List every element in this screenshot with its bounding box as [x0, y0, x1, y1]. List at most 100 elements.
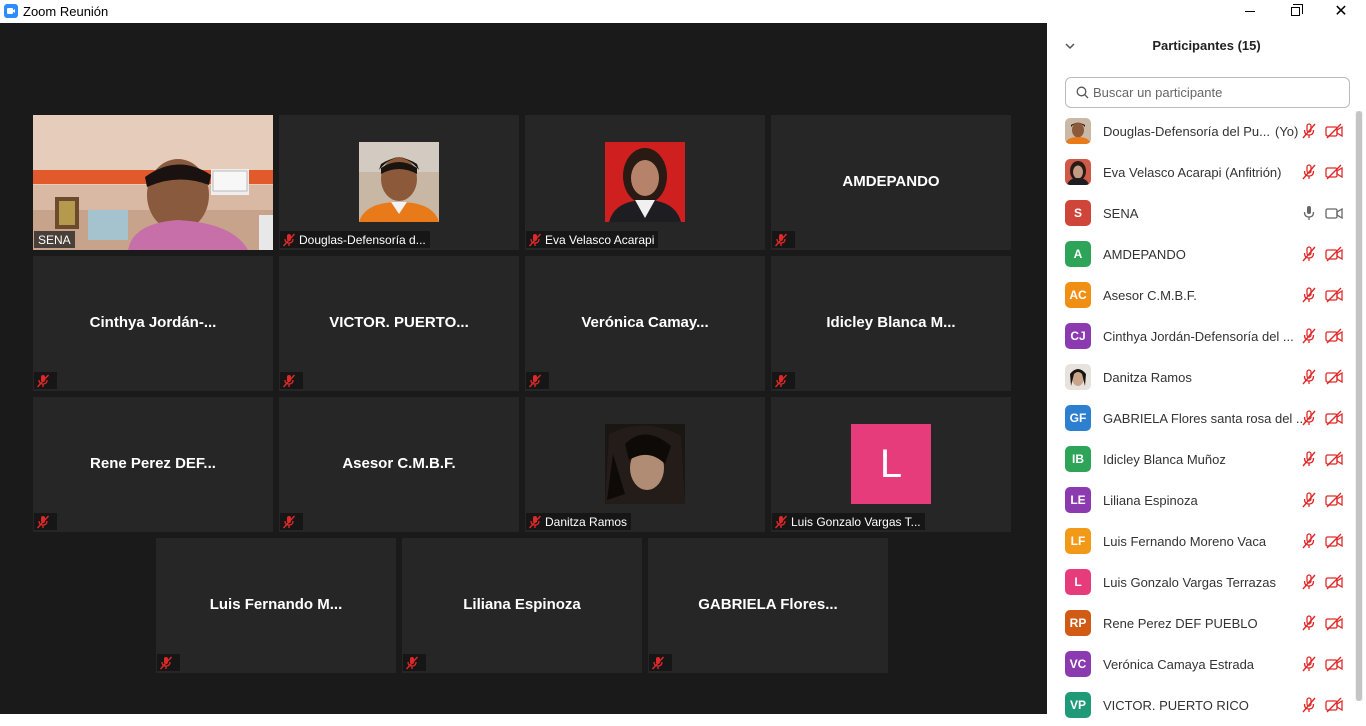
avatar-initials: AC [1065, 282, 1091, 308]
muted-mic-icon[interactable] [1301, 697, 1317, 713]
muted-mic-icon[interactable] [1301, 123, 1317, 139]
video-tile-veronica[interactable]: Verónica Camay... [525, 256, 765, 391]
participant-list-scrollbar[interactable] [1355, 111, 1363, 701]
participant-name: VICTOR. PUERTO RICO [1103, 698, 1249, 713]
avatar-initials: IB [1065, 446, 1091, 472]
participant-search[interactable] [1065, 77, 1350, 108]
avatar-initials: VP [1065, 692, 1091, 718]
camera-off-icon[interactable] [1325, 287, 1343, 303]
camera-off-icon[interactable] [1325, 123, 1343, 139]
participant-row[interactable]: IB Idicley Blanca Muñoz [1047, 439, 1352, 480]
minimize-icon [1245, 11, 1255, 12]
participant-row[interactable]: Eva Velasco Acarapi (Anfitrión) [1047, 152, 1352, 193]
participant-row[interactable]: RP Rene Perez DEF PUEBLO [1047, 603, 1352, 644]
participant-name: Luis Fernando Moreno Vaca [1103, 534, 1267, 549]
participant-row[interactable]: AC Asesor C.M.B.F. [1047, 275, 1352, 316]
participant-row[interactable]: S SENA [1047, 193, 1352, 234]
video-tile-eva[interactable]: Eva Velasco Acarapi [525, 115, 765, 250]
camera-off-icon[interactable] [1325, 246, 1343, 262]
participant-name: Rene Perez DEF PUEBLO [1103, 616, 1258, 631]
participant-row[interactable]: LF Luis Fernando Moreno Vaca [1047, 521, 1352, 562]
sena-video-frame [33, 115, 273, 250]
search-input[interactable] [1093, 85, 1343, 100]
camera-off-icon[interactable] [1325, 697, 1343, 713]
muted-mic-icon[interactable] [1301, 574, 1317, 590]
rene-mute-tag [34, 513, 57, 530]
camera-off-icon[interactable] [1325, 369, 1343, 385]
title-bar: Zoom Reunión ✕ [0, 0, 1366, 23]
participant-name: Liliana Espinoza [1103, 493, 1198, 508]
video-tile-asesor[interactable]: Asesor C.M.B.F. [279, 397, 519, 532]
participant-row[interactable]: CJ Cinthya Jordán-Defensoría del ... [1047, 316, 1352, 357]
muted-mic-icon[interactable] [1301, 246, 1317, 262]
participant-name: Douglas-Defensoría del Pu... [1103, 124, 1270, 139]
muted-mic-icon[interactable] [1301, 492, 1317, 508]
danitza-photo [605, 424, 685, 504]
video-tile-douglas[interactable]: Douglas-Defensoría d... [279, 115, 519, 250]
muted-mic-icon[interactable] [1301, 615, 1317, 631]
video-tile-cinthya[interactable]: Cinthya Jordán-... [33, 256, 273, 391]
muted-mic-icon [36, 515, 50, 528]
camera-icon[interactable] [1325, 205, 1343, 221]
participant-row[interactable]: A AMDEPANDO [1047, 234, 1352, 275]
muted-mic-icon[interactable] [1301, 287, 1317, 303]
danitza-name-tag: Danitza Ramos [526, 513, 632, 530]
muted-mic-icon[interactable] [1301, 369, 1317, 385]
camera-off-icon[interactable] [1325, 615, 1343, 631]
muted-mic-icon[interactable] [1301, 164, 1317, 180]
participant-row[interactable]: Douglas-Defensoría del Pu... (Yo) [1047, 111, 1352, 152]
participant-name: Luis Gonzalo Vargas Terrazas [1103, 575, 1276, 590]
muted-mic-icon [528, 515, 542, 528]
cinthya-mute-tag [34, 372, 57, 389]
participant-row[interactable]: LE Liliana Espinoza [1047, 480, 1352, 521]
amdepando-mute-tag [772, 231, 795, 248]
eva-photo [605, 142, 685, 222]
participant-row[interactable]: VC Verónica Camaya Estrada [1047, 644, 1352, 685]
video-tile-danitza[interactable]: Danitza Ramos [525, 397, 765, 532]
scrollbar-thumb[interactable] [1356, 111, 1362, 701]
camera-off-icon[interactable] [1325, 533, 1343, 549]
mic-icon[interactable] [1301, 205, 1317, 221]
restore-button[interactable] [1272, 0, 1318, 23]
camera-off-icon[interactable] [1325, 328, 1343, 344]
camera-off-icon[interactable] [1325, 574, 1343, 590]
tile-participant-name: Luis Fernando M... [209, 596, 343, 613]
window-title: Zoom Reunión [23, 4, 109, 19]
camera-off-icon[interactable] [1325, 492, 1343, 508]
participant-row[interactable]: Danitza Ramos [1047, 357, 1352, 398]
avatar-initials: L [1065, 569, 1091, 595]
tile-participant-name: Cinthya Jordán-... [89, 314, 217, 331]
close-icon: ✕ [1334, 2, 1348, 20]
avatar-initials: LF [1065, 528, 1091, 554]
muted-mic-icon[interactable] [1301, 533, 1317, 549]
video-tile-victor[interactable]: VICTOR. PUERTO... [279, 256, 519, 391]
zoom-app-icon [4, 4, 18, 18]
muted-mic-icon[interactable] [1301, 656, 1317, 672]
camera-off-icon[interactable] [1325, 451, 1343, 467]
camera-off-icon[interactable] [1325, 410, 1343, 426]
video-tile-idicley[interactable]: Idicley Blanca M... [771, 256, 1011, 391]
minimize-button[interactable] [1227, 0, 1273, 23]
camera-off-icon[interactable] [1325, 656, 1343, 672]
tile-label: Eva Velasco Acarapi [545, 232, 655, 247]
video-tile-rene[interactable]: Rene Perez DEF... [33, 397, 273, 532]
muted-mic-icon[interactable] [1301, 328, 1317, 344]
victor-mute-tag [280, 372, 303, 389]
panel-title: Participantes (15) [1152, 38, 1261, 53]
muted-mic-icon[interactable] [1301, 451, 1317, 467]
close-button[interactable]: ✕ [1318, 0, 1364, 23]
avatar-initials: RP [1065, 610, 1091, 636]
muted-mic-icon[interactable] [1301, 410, 1317, 426]
video-tile-luis-gonzalo[interactable]: L Luis Gonzalo Vargas T... [771, 397, 1011, 532]
gabriela-mute-tag [649, 654, 672, 671]
video-tile-liliana[interactable]: Liliana Espinoza [402, 538, 642, 673]
tile-participant-name: Idicley Blanca M... [826, 314, 956, 331]
video-tile-luis-fernando[interactable]: Luis Fernando M... [156, 538, 396, 673]
video-tile-sena[interactable]: SENA [33, 115, 273, 250]
participant-row[interactable]: GF GABRIELA Flores santa rosa del ... [1047, 398, 1352, 439]
participant-row[interactable]: VP VICTOR. PUERTO RICO [1047, 685, 1352, 726]
camera-off-icon[interactable] [1325, 164, 1343, 180]
video-tile-amdepando[interactable]: AMDEPANDO [771, 115, 1011, 250]
participant-row[interactable]: L Luis Gonzalo Vargas Terrazas [1047, 562, 1352, 603]
video-tile-gabriela[interactable]: GABRIELA Flores... [648, 538, 888, 673]
